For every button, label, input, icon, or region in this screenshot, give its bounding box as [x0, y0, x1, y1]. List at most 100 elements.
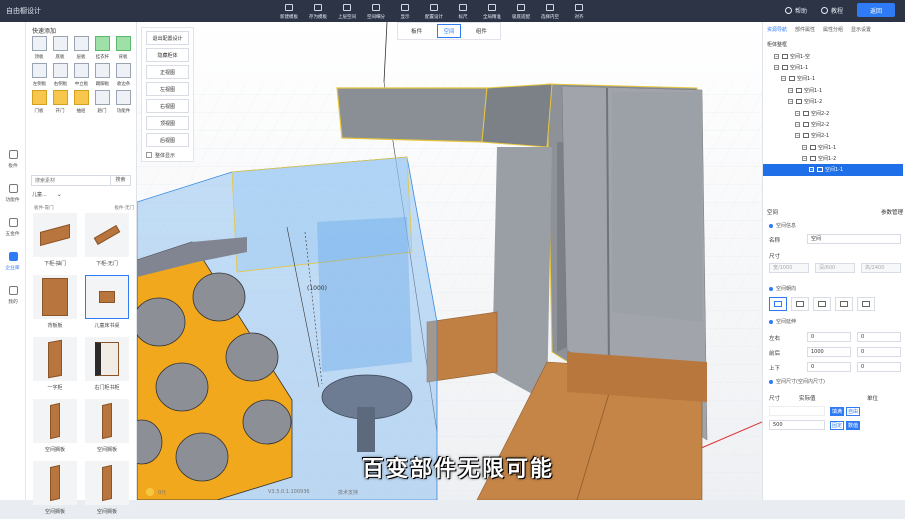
return-button[interactable]: 返回	[857, 3, 895, 17]
tree-node[interactable]: − 空间1-1	[767, 85, 903, 96]
right-view-button[interactable]: 右视图	[146, 99, 189, 113]
quick-add-item[interactable]: 层板	[71, 35, 92, 61]
ud-field-a[interactable]: 0	[807, 362, 851, 372]
back-view-button[interactable]: 后视图	[146, 133, 189, 147]
orient-top-button[interactable]	[857, 297, 875, 311]
quick-add-item[interactable]: 中立板	[71, 62, 92, 88]
search-input[interactable]	[31, 175, 111, 186]
depth-field[interactable]: 深/600	[815, 263, 855, 273]
top-view-button[interactable]: 顶视图	[146, 116, 189, 130]
left-view-button[interactable]: 左视图	[146, 82, 189, 96]
tree-node[interactable]: − 空间2-2	[767, 107, 903, 118]
tree-node[interactable]: − 空间2-2	[767, 119, 903, 130]
orient-back-button[interactable]	[835, 297, 853, 311]
tree-node[interactable]: − 空间1-2	[767, 153, 903, 164]
collapse-toggle-icon[interactable]: −	[795, 121, 800, 127]
nav-panel[interactable]: 板件	[0, 142, 26, 176]
quick-add-item[interactable]: 左侧板	[29, 62, 50, 88]
tool-display[interactable]: 显示	[392, 2, 418, 22]
lr-field-b[interactable]: 0	[857, 332, 901, 342]
fixed-button[interactable]: 固定	[830, 421, 844, 430]
name-field[interactable]: 空间	[807, 234, 901, 244]
tree-node[interactable]: − 空间2-1	[767, 130, 903, 141]
tab-space[interactable]: 空间	[437, 24, 461, 38]
size-row1-field[interactable]	[769, 406, 825, 416]
tab-panel[interactable]: 板件	[406, 25, 427, 37]
tech-support-link[interactable]: 技术支持	[338, 489, 358, 496]
tab-prop-groups[interactable]: 属性分组	[823, 26, 843, 33]
quick-add-item[interactable]: 背板	[113, 35, 134, 61]
library-item[interactable]: 一字柜	[31, 337, 79, 395]
fb-field-a[interactable]: 1000	[807, 347, 851, 357]
collapse-toggle-icon[interactable]: −	[774, 64, 779, 70]
orient-right-button[interactable]	[813, 297, 831, 311]
quick-add-item[interactable]: 挂衣杆	[92, 35, 113, 61]
exit-config-button[interactable]: 退出配置设计	[146, 31, 189, 45]
quick-add-item[interactable]: 踢脚板	[92, 62, 113, 88]
collapse-toggle-icon[interactable]: −	[795, 110, 800, 116]
tree-node[interactable]: − 空间1-1	[767, 142, 903, 153]
tool-ruler[interactable]: 标尺	[450, 2, 476, 22]
category-select[interactable]: 儿童... ⌄	[32, 191, 62, 198]
nav-library[interactable]: 企业库	[0, 244, 26, 278]
collapse-toggle-icon[interactable]: −	[795, 133, 800, 139]
tool-upper-space[interactable]: 上层空间	[334, 2, 360, 22]
fb-field-b[interactable]: 0	[857, 347, 901, 357]
front-view-button[interactable]: 正视图	[146, 65, 189, 79]
quick-add-item[interactable]: 右侧板	[50, 62, 71, 88]
orient-front-button[interactable]	[769, 297, 787, 311]
library-item[interactable]: 空间搁板	[83, 461, 131, 519]
lr-field-a[interactable]: 0	[807, 332, 851, 342]
tree-node[interactable]: − 空间1-1	[767, 62, 903, 73]
height-field[interactable]: 高/2400	[861, 263, 901, 273]
nav-mine[interactable]: 我的	[0, 278, 26, 312]
library-item[interactable]: 下柜-无门	[83, 213, 131, 271]
hide-cabinet-button[interactable]: 隐藏柜体	[146, 48, 189, 62]
whole-display-checkbox[interactable]: 整体显示	[146, 150, 189, 160]
tab-component[interactable]: 组件	[471, 25, 492, 37]
tab-part-props[interactable]: 部件属性	[795, 26, 815, 33]
tool-space-subdivide[interactable]: 空间细分	[363, 2, 389, 22]
tree-node[interactable]: 柜体整框	[767, 39, 903, 50]
search-button[interactable]: 搜索	[111, 175, 131, 186]
3d-viewport[interactable]: (1000) 板件 空间 组件	[137, 22, 762, 500]
library-item[interactable]: 右门柜书柜	[83, 337, 131, 395]
width-field[interactable]: 宽/1000	[769, 263, 809, 273]
tool-global-precise[interactable]: 全局精准	[479, 2, 505, 22]
tool-config-design[interactable]: 配置设计	[421, 2, 447, 22]
collapse-toggle-icon[interactable]: −	[802, 156, 807, 162]
tree-node[interactable]: − 空间1-空	[767, 50, 903, 61]
quick-add-item[interactable]: 顶板	[29, 35, 50, 61]
collapse-toggle-icon[interactable]: −	[788, 87, 793, 93]
library-item[interactable]: 空间搁板	[31, 461, 79, 519]
free-button[interactable]: 自由	[846, 407, 860, 416]
library-item[interactable]: 空间搁板	[83, 399, 131, 457]
quick-add-item[interactable]: 收边条	[113, 62, 134, 88]
library-item[interactable]: 空间搁板	[31, 399, 79, 457]
quick-add-item[interactable]: 门板	[29, 89, 50, 115]
tutorial-link[interactable]: 教程	[820, 6, 843, 15]
collapse-toggle-icon[interactable]: −	[809, 167, 814, 173]
library-item[interactable]: 儿童床书桌	[83, 275, 131, 333]
param-manage-link[interactable]: 参数管理	[881, 208, 903, 216]
size-row2-field[interactable]: 500	[769, 420, 825, 430]
quick-add-item[interactable]: 趟门	[92, 89, 113, 115]
nav-function[interactable]: 功能件	[0, 176, 26, 210]
tool-bottom-fit[interactable]: 吸底适配	[508, 2, 534, 22]
collapse-toggle-icon[interactable]: −	[781, 76, 786, 82]
quick-add-item[interactable]: 开门	[50, 89, 71, 115]
tool-new-template[interactable]: 新建模板	[276, 2, 302, 22]
collapse-toggle-icon[interactable]: −	[788, 99, 793, 105]
value-button[interactable]: 数值	[846, 421, 860, 430]
library-item[interactable]: 下柜-抽门	[31, 213, 79, 271]
ud-field-b[interactable]: 0	[857, 362, 901, 372]
quick-add-item[interactable]: 底板	[50, 35, 71, 61]
nav-hardware[interactable]: 五金件	[0, 210, 26, 244]
fill-button[interactable]: 填满	[830, 407, 844, 416]
collapse-toggle-icon[interactable]: −	[774, 53, 779, 59]
quick-add-item[interactable]: 抽屉	[71, 89, 92, 115]
quick-add-item[interactable]: 功能件	[113, 89, 134, 115]
tool-select-inner[interactable]: 选择内空	[537, 2, 563, 22]
tree-node[interactable]: − 空间1-2	[767, 96, 903, 107]
orient-left-button[interactable]	[791, 297, 809, 311]
